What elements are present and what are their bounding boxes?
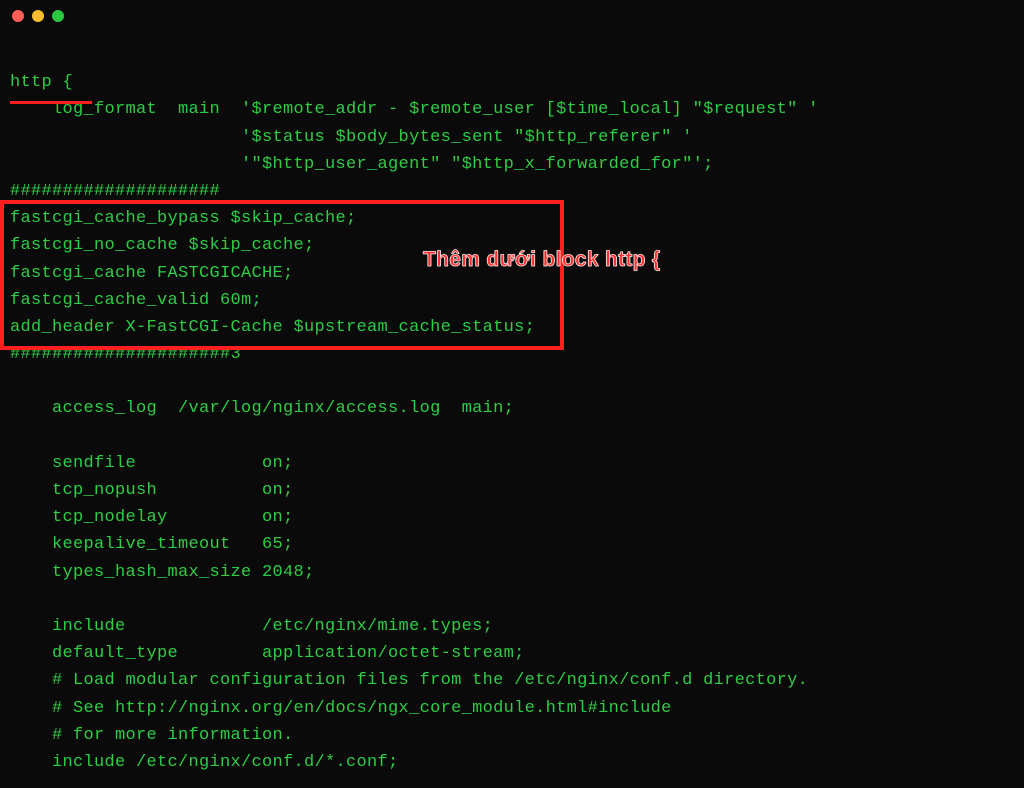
code-line: keepalive_timeout 65;	[10, 535, 294, 554]
titlebar	[0, 0, 1024, 32]
code-line: '$status $body_bytes_sent "$http_referer…	[10, 128, 693, 147]
code-line: tcp_nodelay on;	[10, 508, 294, 527]
code-line: # Load modular configuration files from …	[10, 671, 808, 690]
code-line: include /etc/nginx/conf.d/*.conf;	[10, 753, 399, 772]
code-line: access_log /var/log/nginx/access.log mai…	[10, 399, 514, 418]
close-icon[interactable]	[12, 10, 24, 22]
code-line: tcp_nopush on;	[10, 481, 294, 500]
highlight-box	[0, 200, 564, 350]
code-line: types_hash_max_size 2048;	[10, 563, 315, 582]
code-line: default_type application/octet-stream;	[10, 644, 525, 663]
code-line: log_format main '$remote_addr - $remote_…	[10, 100, 819, 119]
code-line: http {	[10, 73, 73, 92]
code-line: sendfile on;	[10, 454, 294, 473]
minimize-icon[interactable]	[32, 10, 44, 22]
http-underline-annotation	[10, 101, 92, 104]
code-line: ####################	[10, 182, 220, 201]
code-line: include /etc/nginx/mime.types;	[10, 617, 493, 636]
code-line: # for more information.	[10, 726, 294, 745]
annotation-label: Thêm dưới block http {	[423, 248, 660, 272]
code-line: '"$http_user_agent" "$http_x_forwarded_f…	[10, 155, 714, 174]
code-line: # See http://nginx.org/en/docs/ngx_core_…	[10, 699, 672, 718]
terminal-content[interactable]: http { log_format main '$remote_addr - $…	[0, 32, 1024, 786]
maximize-icon[interactable]	[52, 10, 64, 22]
